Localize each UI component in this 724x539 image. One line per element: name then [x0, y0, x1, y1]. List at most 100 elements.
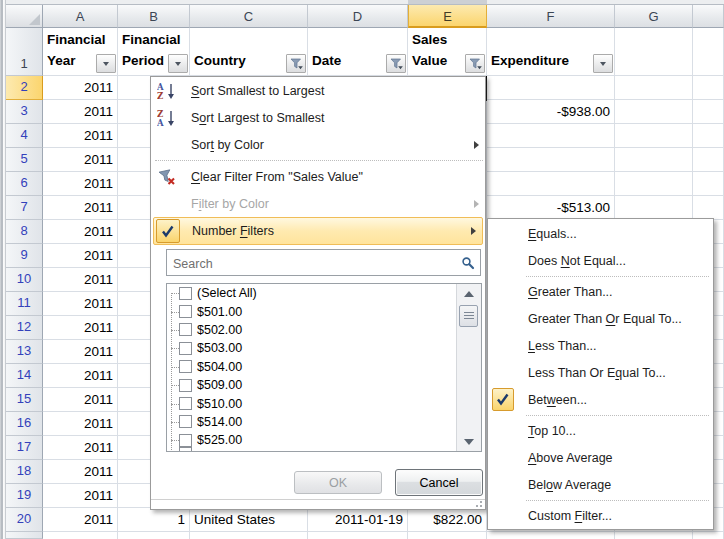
- resize-grip[interactable]: [151, 499, 485, 509]
- filter-value-item[interactable]: $514.00: [167, 413, 457, 431]
- filter-value-item[interactable]: $509.00: [167, 376, 457, 394]
- column-header-d[interactable]: D: [308, 5, 408, 28]
- cell-c20[interactable]: United States: [190, 508, 307, 532]
- value-checkbox[interactable]: [179, 397, 192, 410]
- submenu-item-equals[interactable]: Equals...: [488, 220, 713, 247]
- scrollbar[interactable]: [456, 284, 481, 451]
- value-checkbox[interactable]: [179, 360, 192, 373]
- cell-b20[interactable]: 1: [118, 508, 189, 532]
- row-header-19[interactable]: 19: [6, 484, 43, 508]
- row-header-7[interactable]: 7: [6, 196, 43, 220]
- row-header-4[interactable]: 4: [6, 124, 43, 148]
- scroll-thumb[interactable]: [459, 305, 478, 327]
- submenu-item-below-average[interactable]: Below Average: [488, 471, 713, 498]
- column-header-b[interactable]: B: [118, 5, 190, 28]
- filter-value-item[interactable]: $504.00: [167, 358, 457, 376]
- column-header-e[interactable]: E: [408, 5, 487, 28]
- filter-value-item[interactable]: $510.00: [167, 394, 457, 412]
- filter-applied-button-d[interactable]: [386, 54, 406, 73]
- submenu-item-less-than-or-equal-to[interactable]: Less Than Or Equal To...: [488, 359, 713, 386]
- filter-value-item[interactable]: $501.00: [167, 302, 457, 320]
- row-header-20[interactable]: 20: [6, 508, 43, 532]
- filter-value-item[interactable]: $502.00: [167, 321, 457, 339]
- row-header-3[interactable]: 3: [6, 100, 43, 124]
- cell-a8[interactable]: 2011: [43, 220, 117, 244]
- row-header-5[interactable]: 5: [6, 148, 43, 172]
- cell-a15[interactable]: 2011: [43, 388, 117, 412]
- row-header-10[interactable]: 10: [6, 268, 43, 292]
- row-header-13[interactable]: 13: [6, 340, 43, 364]
- cell-a5[interactable]: 2011: [43, 148, 117, 172]
- cell-f3[interactable]: -$938.00: [487, 100, 614, 124]
- cell-a20[interactable]: 2011: [43, 508, 117, 532]
- cell-a11[interactable]: 2011: [43, 292, 117, 316]
- row-header-11[interactable]: 11: [6, 292, 43, 316]
- value-checkbox[interactable]: [179, 287, 192, 300]
- row-header-8[interactable]: 8: [6, 220, 43, 244]
- menu-item-clear-filter[interactable]: Clear Filter From "Sales Value": [151, 163, 485, 190]
- filter-value-item[interactable]: $503.00: [167, 339, 457, 357]
- cell-d20[interactable]: 2011-01-19: [308, 508, 407, 532]
- submenu-item-custom-filter[interactable]: Custom Filter...: [488, 502, 713, 529]
- row-header-2[interactable]: 2: [6, 76, 43, 100]
- filter-dropdown-button-f[interactable]: [593, 54, 613, 73]
- row-header-6[interactable]: 6: [6, 172, 43, 196]
- cell-a7[interactable]: 2011: [43, 196, 117, 220]
- cell-f7[interactable]: -$513.00: [487, 196, 614, 220]
- row-header-16[interactable]: 16: [6, 412, 43, 436]
- value-checkbox[interactable]: [179, 415, 192, 428]
- cell-a19[interactable]: 2011: [43, 484, 117, 508]
- cell-a6[interactable]: 2011: [43, 172, 117, 196]
- value-checkbox[interactable]: [179, 342, 192, 355]
- cell-a16[interactable]: 2011: [43, 412, 117, 436]
- filter-applied-button-e[interactable]: [465, 54, 485, 73]
- menu-item-sort-largest-to-smallest[interactable]: ZASort Largest to Smallest: [151, 104, 485, 131]
- cell-e20[interactable]: $822.00: [408, 508, 486, 532]
- row-header-15[interactable]: 15: [6, 388, 43, 412]
- column-header-a[interactable]: A: [43, 5, 118, 28]
- cell-a4[interactable]: 2011: [43, 124, 117, 148]
- submenu-item-top-10[interactable]: Top 10...: [488, 417, 713, 444]
- cell-a10[interactable]: 2011: [43, 268, 117, 292]
- row-header-18[interactable]: 18: [6, 460, 43, 484]
- value-checkbox[interactable]: [179, 323, 192, 336]
- submenu-item-less-than[interactable]: Less Than...: [488, 332, 713, 359]
- scroll-down-button[interactable]: [458, 432, 480, 451]
- submenu-item-greater-than[interactable]: Greater Than...: [488, 278, 713, 305]
- filter-value-item[interactable]: (Select All): [167, 284, 457, 302]
- cell-a12[interactable]: 2011: [43, 316, 117, 340]
- submenu-item-does-not-equal[interactable]: Does Not Equal...: [488, 247, 713, 274]
- cell-a3[interactable]: 2011: [43, 100, 117, 124]
- row-header-17[interactable]: 17: [6, 436, 43, 460]
- column-header-c[interactable]: C: [190, 5, 308, 28]
- cell-a13[interactable]: 2011: [43, 340, 117, 364]
- column-header-g[interactable]: G: [615, 5, 693, 28]
- cell-a17[interactable]: 2011: [43, 436, 117, 460]
- submenu-item-greater-than-or-equal-to[interactable]: Greater Than Or Equal To...: [488, 305, 713, 332]
- cell-a18[interactable]: 2011: [43, 460, 117, 484]
- value-checkbox[interactable]: [179, 305, 192, 318]
- row-header-12[interactable]: 12: [6, 316, 43, 340]
- menu-item-filter-by-color[interactable]: Filter by Color: [151, 190, 485, 217]
- filter-dropdown-button-b[interactable]: [168, 54, 188, 73]
- cell-a2[interactable]: 2011: [43, 76, 117, 100]
- search-input[interactable]: [171, 253, 455, 274]
- column-header-partial[interactable]: [693, 5, 724, 28]
- row-header-14[interactable]: 14: [6, 364, 43, 388]
- filter-applied-button-c[interactable]: [286, 54, 306, 73]
- scroll-up-button[interactable]: [458, 284, 480, 303]
- submenu-item-between[interactable]: Between...: [488, 386, 713, 413]
- select-all-corner[interactable]: [6, 5, 43, 28]
- submenu-item-above-average[interactable]: Above Average: [488, 444, 713, 471]
- cell-a9[interactable]: 2011: [43, 244, 117, 268]
- row-header-9[interactable]: 9: [6, 244, 43, 268]
- menu-item-number-filters[interactable]: Number Filters: [153, 217, 483, 245]
- ok-button[interactable]: OK: [294, 471, 382, 494]
- value-checkbox[interactable]: [179, 379, 192, 392]
- filter-value-item-partial[interactable]: [167, 445, 457, 453]
- menu-item-sort-by-color[interactable]: Sort by Color: [151, 131, 485, 158]
- filter-dropdown-button-a[interactable]: [96, 54, 116, 73]
- cancel-button[interactable]: Cancel: [395, 469, 483, 496]
- row-header-1[interactable]: 1: [6, 28, 43, 76]
- value-checkbox[interactable]: [179, 447, 192, 452]
